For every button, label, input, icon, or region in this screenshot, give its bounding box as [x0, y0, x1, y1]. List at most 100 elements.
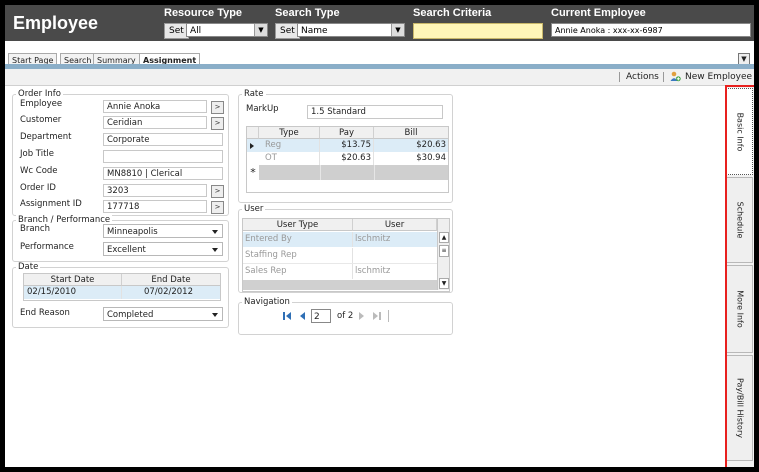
table-row[interactable]: Sales Rep lschmitz [243, 264, 437, 279]
first-page-icon[interactable] [282, 311, 292, 321]
chevron-down-icon[interactable]: ▼ [254, 24, 267, 36]
search-criteria-input[interactable] [413, 23, 543, 39]
customer-field[interactable]: Ceridian [103, 116, 207, 129]
user-type-cell: Staffing Rep [243, 248, 353, 263]
rate-type-cell: OT [259, 152, 320, 165]
user-title: User [242, 204, 266, 214]
job-title-field[interactable] [103, 150, 223, 163]
employee-label: Employee [20, 99, 63, 109]
chevron-down-icon[interactable] [212, 230, 218, 234]
side-tab-more-info[interactable]: More Info [726, 265, 753, 353]
scroll-thumb[interactable]: ≡ [439, 245, 449, 257]
user-add-icon[interactable] [670, 71, 681, 82]
rate-row-header [247, 127, 259, 139]
new-row-asterisk-icon: * [247, 165, 259, 180]
current-employee-field[interactable]: Annie Anoka : xxx-xx-6987 [551, 23, 751, 37]
job-title-label: Job Title [20, 149, 55, 159]
order-id-field[interactable]: 3203 [103, 184, 207, 197]
new-employee-button[interactable]: New Employee [685, 72, 752, 82]
table-row[interactable]: OT $20.63 $30.94 [247, 152, 448, 165]
toolbar-divider [663, 72, 664, 82]
search-type-value: Name [301, 26, 328, 36]
last-page-icon[interactable] [372, 311, 382, 321]
rate-type-cell: Reg [259, 139, 320, 152]
side-tab-pay-bill-history[interactable]: Pay/Bill History [726, 355, 753, 461]
branch-performance-group: Branch / Performance Branch Minneapolis … [12, 215, 229, 262]
rate-bill-header[interactable]: Bill [374, 127, 448, 139]
end-reason-label: End Reason [20, 308, 70, 318]
chevron-down-icon[interactable]: ▼ [391, 24, 404, 36]
employee-go-button[interactable]: > [211, 101, 224, 114]
assignment-id-go-button[interactable]: > [211, 201, 224, 214]
chevron-down-icon[interactable] [212, 313, 218, 317]
table-row[interactable]: Staffing Rep [243, 248, 437, 264]
user-type-cell: Entered By [243, 232, 353, 247]
user-name-header[interactable]: User [353, 219, 437, 231]
user-type-header[interactable]: User Type [243, 219, 353, 231]
rate-type-header[interactable]: Type [259, 127, 320, 139]
row-pointer-icon [250, 143, 254, 149]
grid-divider [374, 165, 375, 180]
next-page-icon[interactable] [358, 311, 365, 321]
new-rate-row[interactable]: * [247, 165, 448, 180]
end-reason-value: Completed [107, 310, 154, 320]
start-date-header[interactable]: Start Date [24, 274, 122, 286]
page-count-label: of 2 [337, 311, 354, 321]
toolbar: Actions New Employee [5, 69, 754, 86]
table-row[interactable]: Entered By lschmitz [243, 232, 437, 247]
table-row[interactable]: Reg $13.75 $20.63 [247, 139, 448, 152]
search-type-label: Search Type [275, 7, 340, 19]
toolbar-divider [619, 72, 620, 82]
branch-value: Minneapolis [107, 227, 158, 237]
department-field[interactable]: Corporate [103, 133, 223, 146]
previous-page-icon[interactable] [299, 311, 306, 321]
markup-label: MarkUp [246, 104, 279, 114]
side-tab-label: Pay/Bill History [735, 378, 744, 438]
department-label: Department [20, 132, 72, 142]
rate-pay-header[interactable]: Pay [320, 127, 374, 139]
search-type-select[interactable]: Name ▼ [297, 23, 405, 37]
order-info-group: Order Info Employee Annie Anoka > Custom… [12, 89, 229, 216]
vertical-scrollbar[interactable]: ▲ ≡ ▼ [437, 219, 449, 290]
date-grid: Start Date End Date 02/15/2010 07/02/201… [23, 273, 221, 301]
rate-bill-cell: $20.63 [416, 140, 446, 150]
customer-go-button[interactable]: > [211, 117, 224, 130]
horizontal-scrollbar[interactable] [243, 280, 437, 290]
user-name-cell: lschmitz [355, 266, 391, 276]
navigation-group: Navigation 2 of 2 [238, 297, 453, 335]
side-tab-basic-info[interactable]: Basic Info [726, 88, 753, 175]
navigation-divider [388, 310, 389, 322]
header-bar: Employee Resource Type Set All ▼ Search … [5, 5, 754, 41]
employee-field[interactable]: Annie Anoka [103, 100, 207, 113]
navigation-title: Navigation [242, 297, 292, 307]
end-date-header[interactable]: End Date [122, 274, 220, 286]
app-window: Employee Resource Type Set All ▼ Search … [5, 5, 754, 467]
scroll-down-icon[interactable]: ▼ [439, 278, 449, 289]
page-number-input[interactable]: 2 [311, 309, 331, 323]
resource-type-select[interactable]: All ▼ [186, 23, 268, 37]
resource-type-value: All [190, 26, 202, 36]
grid-divider [320, 165, 321, 180]
rate-pay-cell: $20.63 [320, 152, 374, 165]
end-reason-select[interactable]: Completed [103, 307, 223, 321]
assignment-id-field[interactable]: 177718 [103, 200, 207, 213]
current-employee-label: Current Employee [551, 7, 646, 19]
side-tab-schedule[interactable]: Schedule [726, 177, 753, 263]
markup-field[interactable]: 1.5 Standard [307, 105, 443, 119]
side-tab-label: Schedule [735, 201, 744, 239]
order-id-go-button[interactable]: > [211, 185, 224, 198]
chevron-down-icon[interactable] [212, 248, 218, 252]
actions-menu[interactable]: Actions [626, 72, 659, 82]
user-name-cell: lschmitz [355, 234, 391, 244]
wc-code-field[interactable]: MN8810 | Clerical [103, 167, 223, 180]
rate-grid: Type Pay Bill Reg $13.75 $20.63 OT $20.6… [246, 126, 449, 193]
assignment-id-label: Assignment ID [20, 199, 82, 209]
rate-bill-cell: $30.94 [416, 153, 446, 163]
performance-select[interactable]: Excellent [103, 242, 223, 256]
branch-select[interactable]: Minneapolis [103, 224, 223, 238]
date-group: Date Start Date End Date 02/15/2010 07/0… [12, 262, 229, 328]
rate-title: Rate [242, 89, 266, 99]
date-title: Date [16, 262, 41, 272]
table-row[interactable]: 02/15/2010 07/02/2012 [24, 286, 220, 299]
scroll-up-icon[interactable]: ▲ [439, 232, 449, 243]
